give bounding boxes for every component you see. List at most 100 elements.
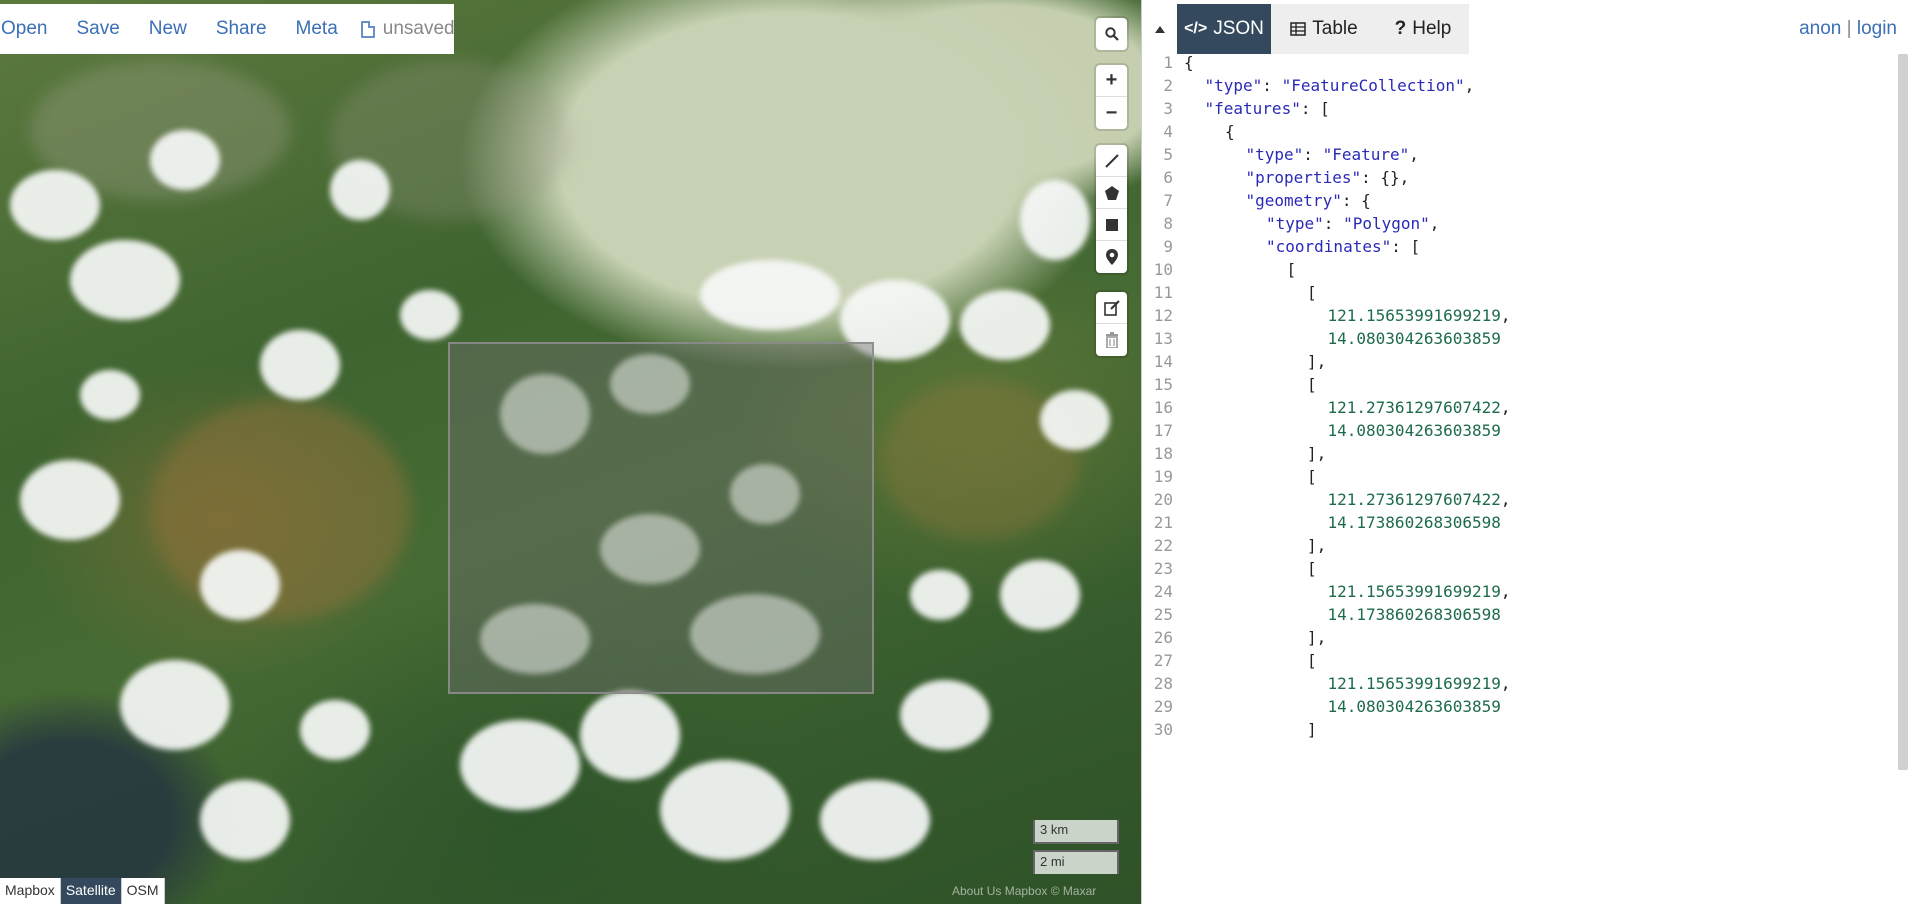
file-status: unsaved xyxy=(360,18,455,40)
collapse-button[interactable] xyxy=(1142,4,1177,54)
search-button[interactable] xyxy=(1096,18,1127,50)
line-number: 26 xyxy=(1153,627,1173,647)
code-token: ], xyxy=(1307,443,1327,463)
edit-control xyxy=(1096,292,1127,356)
file-status-label: unsaved xyxy=(382,18,455,39)
layer-switcher: Mapbox Satellite OSM xyxy=(0,878,165,904)
code-token: 121.27361297607422 xyxy=(1327,489,1501,509)
line-code: { xyxy=(1184,54,1194,72)
draw-polygon-button[interactable] xyxy=(1096,177,1127,209)
code-token: [ xyxy=(1307,650,1317,670)
anon-link[interactable]: anon xyxy=(1799,18,1841,39)
layer-mapbox[interactable]: Mapbox xyxy=(0,878,61,904)
cloud xyxy=(1000,560,1080,630)
cloud xyxy=(20,460,120,540)
code-icon: </> xyxy=(1184,20,1208,37)
code-token: , xyxy=(1464,75,1475,95)
tab-json[interactable]: </> JSON xyxy=(1177,4,1271,54)
cloud xyxy=(730,464,800,524)
tab-help[interactable]: ? Help xyxy=(1377,4,1469,54)
line-code: "type": "FeatureCollection", xyxy=(1205,76,1475,95)
cloud xyxy=(500,374,590,454)
cloud xyxy=(200,780,290,860)
line-code: 14.080304263603859 xyxy=(1328,421,1501,440)
side-pane: </> JSON Table ? Help anon | login 1 {2 "t… xyxy=(1141,0,1908,904)
marker-icon xyxy=(1105,249,1118,265)
code-token: ], xyxy=(1307,351,1327,371)
line-number: 8 xyxy=(1163,213,1173,233)
scale-km: 3 km xyxy=(1033,820,1119,844)
line-code: ], xyxy=(1307,444,1326,463)
line-number: 14 xyxy=(1153,351,1173,371)
cloud xyxy=(600,514,700,584)
cloud xyxy=(690,594,820,674)
draw-control xyxy=(1096,145,1127,273)
cloud xyxy=(460,720,580,810)
line-number: 18 xyxy=(1153,443,1173,463)
edit-button[interactable] xyxy=(1096,292,1127,324)
zoom-out-button[interactable]: − xyxy=(1096,97,1127,129)
menu-share[interactable]: Share xyxy=(200,18,280,40)
line-code: ], xyxy=(1307,536,1326,555)
menu-open[interactable]: Open xyxy=(0,18,60,40)
map-canvas[interactable]: Open Save New Share Meta unsaved + − 3 k… xyxy=(0,0,1141,904)
code-token: 14.173860268306598 xyxy=(1327,512,1501,532)
menu-save[interactable]: Save xyxy=(60,18,132,40)
cloud xyxy=(120,660,230,750)
tab-table[interactable]: Table xyxy=(1271,4,1377,54)
line-number: 9 xyxy=(1163,236,1173,256)
line-code: { xyxy=(1225,122,1235,141)
code-token: "geometry" xyxy=(1245,190,1342,210)
line-code: 121.27361297607422, xyxy=(1328,490,1511,509)
json-editor[interactable]: 1 {2 "type": "FeatureCollection", 3 "feature… xyxy=(1142,54,1899,904)
editor-scrollbar[interactable] xyxy=(1898,54,1908,770)
code-token: [ xyxy=(1307,282,1317,302)
menu-meta[interactable]: Meta xyxy=(280,18,351,40)
code-token: "Polygon" xyxy=(1343,213,1430,233)
zoom-control: + − xyxy=(1096,65,1127,129)
code-token: [ xyxy=(1307,558,1317,578)
file-menu-bar: Open Save New Share Meta unsaved xyxy=(0,4,455,54)
code-token: : xyxy=(1323,213,1344,233)
line-code: 14.173860268306598 xyxy=(1328,605,1501,624)
line-code: [ xyxy=(1307,559,1317,578)
line-code: 121.15653991699219, xyxy=(1328,306,1511,325)
cloud xyxy=(480,604,590,674)
line-number: 5 xyxy=(1163,144,1173,164)
cloud xyxy=(330,160,390,220)
line-code: "type": "Polygon", xyxy=(1266,214,1439,233)
line-code: ], xyxy=(1307,352,1326,371)
cloud xyxy=(900,680,990,750)
draw-rectangle-button[interactable] xyxy=(1096,209,1127,241)
line-code: [ xyxy=(1307,375,1317,394)
code-token: ] xyxy=(1307,719,1317,739)
question-icon: ? xyxy=(1394,18,1407,39)
login-link[interactable]: login xyxy=(1857,18,1897,39)
code-token: 121.27361297607422 xyxy=(1327,397,1501,417)
draw-line-button[interactable] xyxy=(1096,145,1127,177)
code-token: 14.080304263603859 xyxy=(1327,420,1501,440)
menu-new[interactable]: New xyxy=(133,18,200,40)
line-code: 121.15653991699219, xyxy=(1328,582,1511,601)
layer-satellite[interactable]: Satellite xyxy=(60,878,122,904)
code-token: "FeatureCollection" xyxy=(1281,75,1465,95)
editor-line[interactable]: 30] xyxy=(1142,715,1899,743)
line-number: 7 xyxy=(1163,190,1173,210)
code-token: : [ xyxy=(1300,98,1330,118)
polygon-feature[interactable] xyxy=(448,342,874,694)
layer-osm[interactable]: OSM xyxy=(121,878,165,904)
line-number: 1 xyxy=(1163,54,1173,72)
line-number: 23 xyxy=(1153,558,1173,578)
map-attribution[interactable]: About Us Mapbox © Maxar xyxy=(952,884,1096,898)
line-code: [ xyxy=(1287,260,1297,279)
zoom-in-button[interactable]: + xyxy=(1096,65,1127,97)
polygon-icon xyxy=(1104,185,1119,200)
draw-marker-button[interactable] xyxy=(1096,241,1127,273)
pane-tabs: </> JSON Table ? Help anon | login xyxy=(1142,4,1908,54)
delete-button[interactable] xyxy=(1096,324,1127,356)
rectangle-icon xyxy=(1105,218,1118,231)
code-token: : xyxy=(1262,75,1282,95)
line-number: 6 xyxy=(1163,167,1173,187)
line-number: 4 xyxy=(1163,121,1173,141)
code-token: , xyxy=(1500,673,1511,693)
